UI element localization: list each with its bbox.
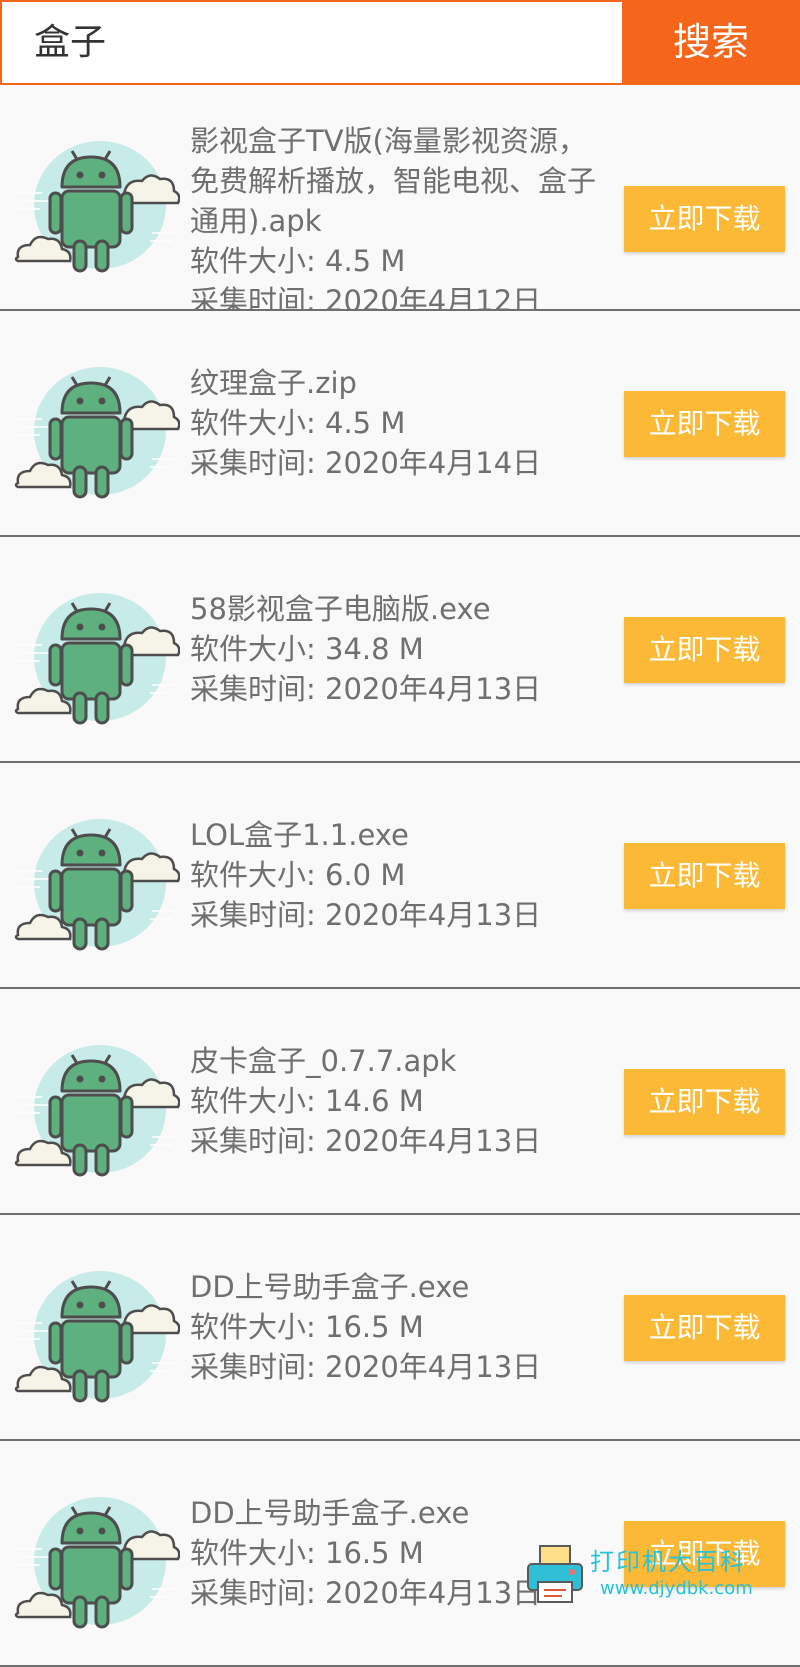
download-button[interactable]: 立即下载 (624, 843, 785, 909)
item-name: DD上号助手盒子.exe (190, 1496, 470, 1530)
watermark: 打印机大百科 www.djydbk.com (522, 1540, 800, 1606)
search-input[interactable]: 盒子 (0, 0, 624, 85)
item-date: 采集时间: 2020年4月13日 (190, 1124, 542, 1158)
item-date: 采集时间: 2020年4月13日 (190, 898, 542, 932)
item-size: 软件大小: 4.5 M (190, 244, 406, 278)
item-size: 软件大小: 14.6 M (190, 1084, 424, 1118)
item-size: 软件大小: 34.8 M (190, 632, 424, 666)
list-item: 影视盒子TV版(海量影视资源，免费解析播放，智能电视、盒子通用).apk 软件大… (0, 85, 800, 318)
item-name: 皮卡盒子_0.7.7.apk (190, 1044, 457, 1078)
list-item: 58影视盒子电脑版.exe 软件大小: 34.8 M 采集时间: 2020年4月… (0, 537, 800, 763)
item-size: 软件大小: 4.5 M (190, 406, 406, 440)
printer-icon (527, 1545, 583, 1603)
list-item: LOL盒子1.1.exe 软件大小: 6.0 M 采集时间: 2020年4月13… (0, 763, 800, 989)
android-robot-cloud-icon (12, 1037, 180, 1182)
search-bar: 盒子 搜索 (0, 0, 800, 85)
item-date: 采集时间: 2020年4月13日 (190, 672, 542, 706)
list-item: 纹理盒子.zip 软件大小: 4.5 M 采集时间: 2020年4月14日 立即… (0, 311, 800, 537)
item-name: 58影视盒子电脑版.exe (190, 592, 491, 626)
search-button[interactable]: 搜索 (622, 0, 800, 85)
android-robot-cloud-icon (12, 359, 180, 504)
list-item: DD上号助手盒子.exe 软件大小: 16.5 M 采集时间: 2020年4月1… (0, 1215, 800, 1441)
item-name: LOL盒子1.1.exe (190, 818, 409, 852)
watermark-title: 打印机大百科 (590, 1548, 746, 1576)
item-info: 皮卡盒子_0.7.7.apk 软件大小: 14.6 M 采集时间: 2020年4… (190, 1041, 610, 1161)
download-button[interactable]: 立即下载 (624, 617, 785, 683)
item-date: 采集时间: 2020年4月14日 (190, 446, 542, 480)
item-size: 软件大小: 6.0 M (190, 858, 406, 892)
android-robot-cloud-icon (12, 133, 180, 278)
item-name: 影视盒子TV版(海量影视资源，免费解析播放，智能电视、盒子通用).apk (190, 124, 597, 238)
item-info: DD上号助手盒子.exe 软件大小: 16.5 M 采集时间: 2020年4月1… (190, 1267, 610, 1387)
android-robot-cloud-icon (12, 1263, 180, 1408)
result-list: 影视盒子TV版(海量影视资源，免费解析播放，智能电视、盒子通用).apk 软件大… (0, 85, 800, 1667)
item-name: 纹理盒子.zip (190, 366, 357, 400)
download-button[interactable]: 立即下载 (624, 1069, 785, 1135)
watermark-url: www.djydbk.com (600, 1578, 753, 1599)
download-button[interactable]: 立即下载 (624, 391, 785, 457)
android-robot-cloud-icon (12, 585, 180, 730)
android-robot-cloud-icon (12, 1489, 180, 1634)
item-date: 采集时间: 2020年4月13日 (190, 1350, 542, 1384)
android-robot-cloud-icon (12, 811, 180, 956)
item-info: LOL盒子1.1.exe 软件大小: 6.0 M 采集时间: 2020年4月13… (190, 815, 610, 935)
item-info: 影视盒子TV版(海量影视资源，免费解析播放，智能电视、盒子通用).apk 软件大… (190, 121, 610, 321)
download-button[interactable]: 立即下载 (624, 186, 785, 252)
item-name: DD上号助手盒子.exe (190, 1270, 470, 1304)
list-item: 皮卡盒子_0.7.7.apk 软件大小: 14.6 M 采集时间: 2020年4… (0, 989, 800, 1215)
item-info: 纹理盒子.zip 软件大小: 4.5 M 采集时间: 2020年4月14日 (190, 363, 610, 483)
item-size: 软件大小: 16.5 M (190, 1310, 424, 1344)
item-info: 58影视盒子电脑版.exe 软件大小: 34.8 M 采集时间: 2020年4月… (190, 589, 610, 709)
download-button[interactable]: 立即下载 (624, 1295, 785, 1361)
